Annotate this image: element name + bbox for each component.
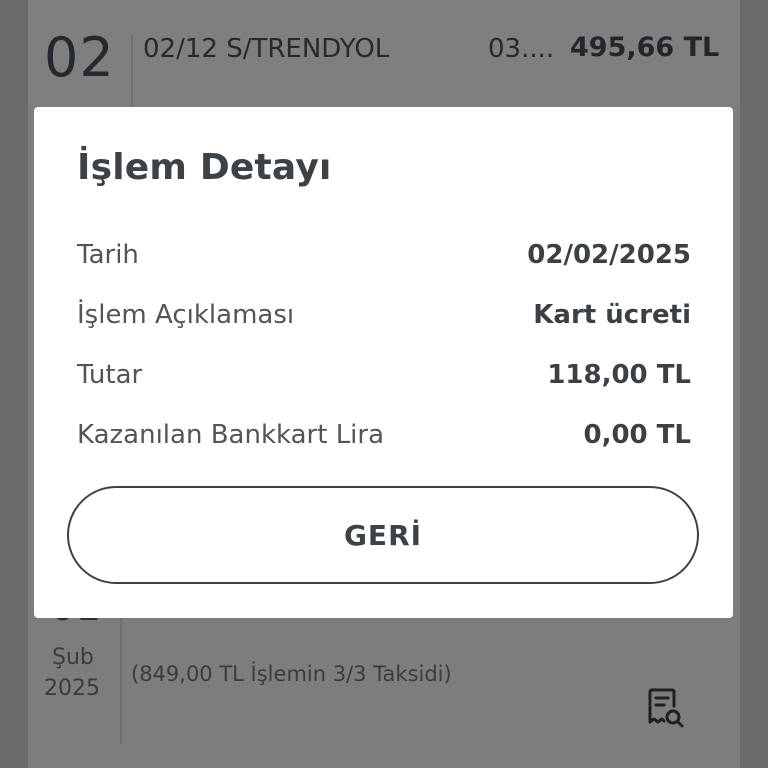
detail-row-date: Tarih 02/02/2025: [77, 235, 691, 275]
detail-row-earned-lira: Kazanılan Bankkart Lira 0,00 TL: [77, 415, 691, 455]
row-divider: [120, 618, 122, 744]
detail-label: İşlem Açıklaması: [77, 300, 295, 330]
detail-label: Kazanılan Bankkart Lira: [77, 420, 385, 450]
transaction-description: 02/12 S/TRENDYOL: [143, 34, 390, 64]
back-button[interactable]: GERİ: [67, 486, 699, 584]
detail-row-description: İşlem Açıklaması Kart ücreti: [77, 295, 691, 335]
transaction-month: Şub: [52, 645, 94, 670]
transaction-detail-dialog: İşlem Detayı Tarih 02/02/2025 İşlem Açık…: [34, 107, 733, 618]
transaction-day: 02: [44, 26, 115, 89]
dialog-title: İşlem Detayı: [77, 147, 332, 188]
row-divider: [131, 34, 133, 106]
transaction-date: 03....: [488, 34, 555, 64]
installment-note: (849,00 TL İşlemin 3/3 Taksidi): [131, 662, 452, 686]
detail-label: Tarih: [77, 240, 139, 270]
transaction-year: 2025: [44, 676, 100, 701]
receipt-search-icon[interactable]: [642, 686, 686, 730]
transaction-amount: 495,66 TL: [570, 32, 720, 63]
detail-value: 0,00 TL: [583, 420, 691, 450]
detail-row-amount: Tutar 118,00 TL: [77, 355, 691, 395]
detail-label: Tutar: [77, 360, 143, 390]
detail-value: 02/02/2025: [527, 240, 691, 270]
detail-value: Kart ücreti: [533, 300, 691, 330]
detail-value: 118,00 TL: [547, 360, 691, 390]
